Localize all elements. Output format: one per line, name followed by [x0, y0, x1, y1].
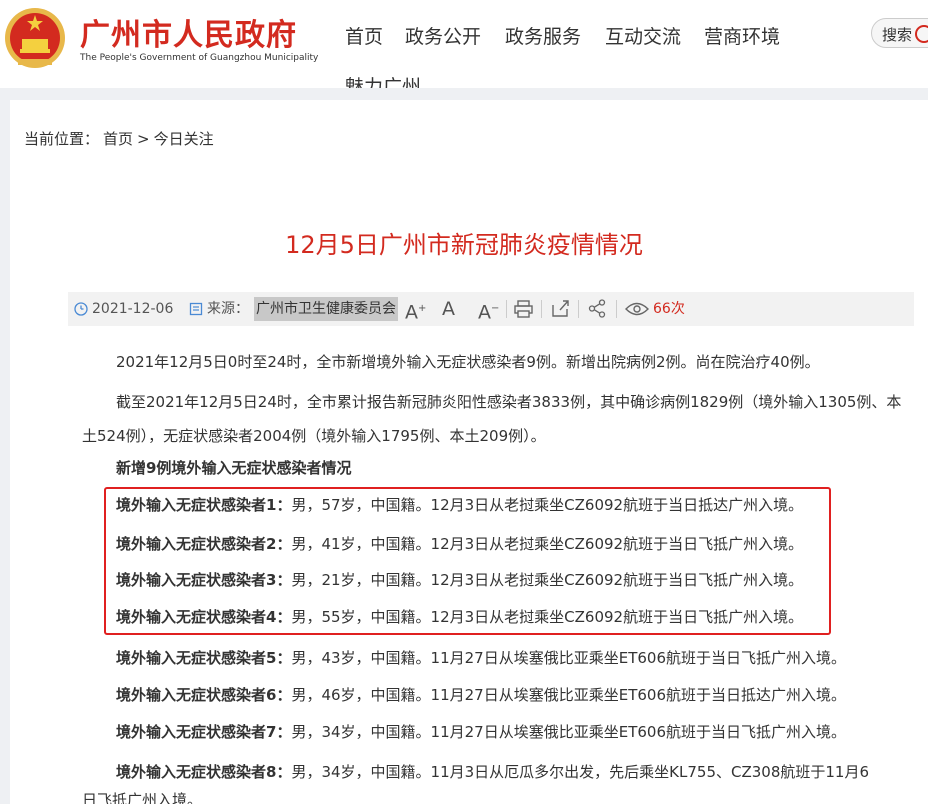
- nav-gov-services[interactable]: 政务服务: [505, 22, 581, 49]
- case-item: 境外输入无症状感染者8：男，34岁，中国籍。11月3日从厄瓜多尔出发，先后乘坐K…: [82, 758, 872, 804]
- case-item: 境外输入无症状感染者6：男，46岁，中国籍。11月27日从埃塞俄比亚乘坐ET60…: [116, 684, 846, 705]
- site-logo-title[interactable]: 广州市人民政府: [80, 10, 297, 54]
- search-icon: [915, 25, 928, 43]
- site-logo-subtitle: The People's Government of Guangzhou Mun…: [80, 53, 319, 63]
- share-export-icon[interactable]: [551, 299, 570, 318]
- font-reset-icon[interactable]: A: [442, 292, 455, 326]
- source-label: 来源：: [207, 301, 249, 317]
- breadcrumb-today-focus[interactable]: 今日关注: [154, 130, 214, 148]
- article-meta-bar: 2021-12-06 来源： 广州市卫生健康委员会 A+ A A− 66次: [68, 292, 914, 326]
- case-item: 境外输入无症状感染者7：男，34岁，中国籍。11月27日从埃塞俄比亚乘坐ET60…: [116, 721, 846, 742]
- source-name: 广州市卫生健康委员会: [254, 297, 398, 321]
- font-increase-icon[interactable]: A+: [405, 292, 426, 326]
- divider: [541, 300, 542, 318]
- national-emblem-icon[interactable]: [4, 3, 66, 73]
- nav-interaction[interactable]: 互动交流: [605, 22, 681, 49]
- case-text: 男，46岁，中国籍。11月27日从埃塞俄比亚乘坐ET606航班于当日抵达广州入境…: [291, 686, 846, 704]
- case-label: 境外输入无症状感染者8：: [116, 763, 292, 781]
- article-title: 12月5日广州市新冠肺炎疫情情况: [285, 231, 643, 259]
- eye-icon: [625, 302, 649, 316]
- case-label: 境外输入无症状感染者7：: [116, 723, 292, 741]
- nav-gov-affairs-open[interactable]: 政务公开: [405, 22, 481, 49]
- case-text: 男，43岁，中国籍。11月27日从埃塞俄比亚乘坐ET606航班于当日飞抵广州入境…: [291, 649, 846, 667]
- share-icon[interactable]: [588, 299, 606, 318]
- print-icon[interactable]: [514, 300, 533, 318]
- case-label: 境外输入无症状感染者6：: [116, 686, 292, 704]
- document-icon: [189, 302, 203, 316]
- site-header: 广州市人民政府 The People's Government of Guang…: [0, 0, 928, 98]
- clock-icon: [74, 302, 88, 316]
- view-count: 66次: [653, 301, 685, 317]
- breadcrumb-separator: >: [137, 130, 150, 148]
- article-paragraph: 截至2021年12月5日24时，全市累计报告新冠肺炎阳性感染者3833例，其中确…: [82, 393, 902, 445]
- case-label: 境外输入无症状感染者5：: [116, 649, 292, 667]
- nav-home[interactable]: 首页: [345, 22, 383, 49]
- nav-business-env[interactable]: 营商环境: [704, 22, 780, 49]
- divider: [578, 300, 579, 318]
- highlight-annotation-box: [104, 487, 831, 635]
- divider: [506, 300, 507, 318]
- divider: [616, 300, 617, 318]
- font-decrease-icon[interactable]: A−: [478, 292, 499, 326]
- breadcrumb-prefix: 当前位置：: [24, 130, 100, 148]
- search-label: 搜索: [882, 26, 913, 44]
- search-button[interactable]: 搜索: [871, 18, 928, 48]
- article-paragraph: 2021年12月5日0时至24时，全市新增境外输入无症状感染者9例。新增出院病例…: [116, 353, 820, 371]
- case-text: 男，34岁，中国籍。11月27日从埃塞俄比亚乘坐ET606航班于当日飞抵广州入境…: [291, 723, 846, 741]
- breadcrumb: 当前位置： 首页 > 今日关注: [24, 128, 218, 149]
- breadcrumb-home[interactable]: 首页: [103, 130, 133, 148]
- publish-date: 2021-12-06: [92, 301, 174, 317]
- case-item: 境外输入无症状感染者5：男，43岁，中国籍。11月27日从埃塞俄比亚乘坐ET60…: [116, 647, 846, 668]
- section-heading: 新增9例境外输入无症状感染者情况: [116, 459, 352, 477]
